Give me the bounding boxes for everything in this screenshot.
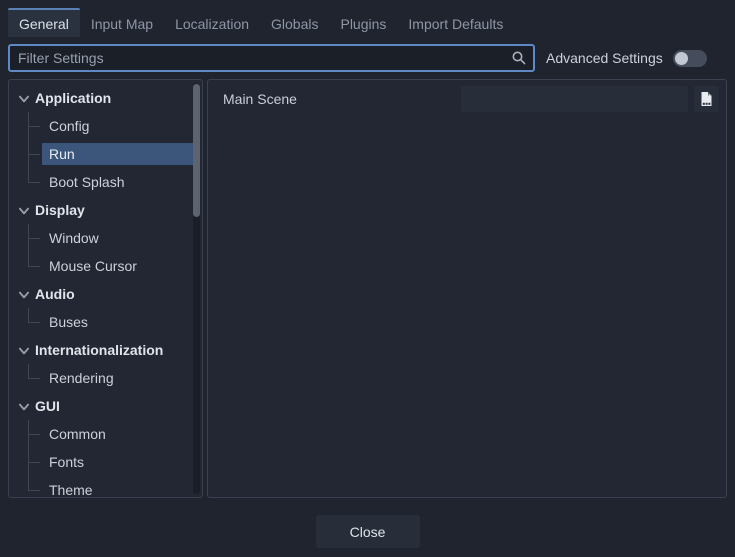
tree-connector-line	[28, 224, 40, 252]
tab-bar: General Input Map Localization Globals Plugi…	[8, 8, 727, 37]
tree-item-label: Config	[49, 118, 89, 134]
tree-category-label: Application	[35, 90, 111, 106]
dialog-footer: Close	[8, 498, 727, 557]
search-icon	[511, 50, 527, 66]
tree-scrollbar-thumb[interactable]	[193, 84, 200, 217]
tree-category-internationalization[interactable]: Internationalization	[9, 336, 202, 364]
tree-connector-line	[28, 168, 40, 196]
tree-connector-line	[28, 112, 40, 140]
settings-tree-panel: Application Config Run Boot Splash Display Wi…	[8, 79, 203, 498]
pick-main-scene-button[interactable]	[694, 86, 719, 112]
advanced-settings-label: Advanced Settings	[546, 50, 663, 66]
tab-label: Import Defaults	[408, 16, 503, 32]
property-row-main-scene: Main Scene	[208, 80, 726, 114]
tab-plugins[interactable]: Plugins	[329, 8, 397, 37]
tab-localization[interactable]: Localization	[164, 8, 260, 37]
chevron-down-icon[interactable]	[17, 92, 31, 106]
tree-item-config[interactable]: Config	[9, 112, 202, 140]
tree-item-label: Theme	[49, 482, 93, 498]
tree-item-buses[interactable]: Buses	[9, 308, 202, 336]
tab-general[interactable]: General	[8, 8, 80, 37]
load-file-icon	[699, 91, 714, 107]
tab-label: Localization	[175, 16, 249, 32]
tree-item-boot-splash[interactable]: Boot Splash	[9, 168, 202, 196]
tree-item-window[interactable]: Window	[9, 224, 202, 252]
tab-globals[interactable]: Globals	[260, 8, 329, 37]
tree-item-common[interactable]: Common	[9, 420, 202, 448]
tree-item-label: Rendering	[49, 370, 114, 386]
tree-connector-line	[28, 252, 40, 280]
tree-item-rendering[interactable]: Rendering	[9, 364, 202, 392]
tree-connector-line	[28, 308, 40, 336]
main-scene-input[interactable]	[461, 86, 688, 112]
tab-input-map[interactable]: Input Map	[80, 8, 164, 37]
tree-item-label: Buses	[49, 314, 88, 330]
tree-connector-line	[28, 140, 40, 168]
chevron-down-icon[interactable]	[17, 204, 31, 218]
tree-item-run[interactable]: Run	[9, 140, 202, 168]
tab-label: General	[19, 16, 69, 32]
tree-item-label: Boot Splash	[49, 174, 125, 190]
tree-category-label: Internationalization	[35, 342, 163, 358]
chevron-down-icon[interactable]	[17, 344, 31, 358]
tree-item-label: Mouse Cursor	[49, 258, 137, 274]
tab-label: Globals	[271, 16, 318, 32]
tree-connector-line	[28, 448, 40, 476]
tree-category-gui[interactable]: GUI	[9, 392, 202, 420]
chevron-down-icon[interactable]	[17, 288, 31, 302]
chevron-down-icon[interactable]	[17, 400, 31, 414]
close-button[interactable]: Close	[316, 515, 420, 548]
tree-item-label: Common	[49, 426, 106, 442]
tree-item-mouse-cursor[interactable]: Mouse Cursor	[9, 252, 202, 280]
tab-label: Plugins	[340, 16, 386, 32]
search-box	[8, 44, 535, 72]
tab-label: Input Map	[91, 16, 153, 32]
tree-item-label: Fonts	[49, 454, 84, 470]
filter-row: Advanced Settings	[8, 44, 727, 72]
tree-connector-line	[28, 364, 40, 392]
toggle-knob-icon	[675, 52, 688, 65]
advanced-settings-toggle[interactable]	[673, 50, 707, 67]
tree-category-application[interactable]: Application	[9, 84, 202, 112]
tab-import-defaults[interactable]: Import Defaults	[397, 8, 514, 37]
tree-category-display[interactable]: Display	[9, 196, 202, 224]
tree-item-label: Window	[49, 230, 99, 246]
tree-item-theme[interactable]: Theme	[9, 476, 202, 498]
tree-connector-line	[28, 420, 40, 448]
tree-item-label: Run	[49, 146, 75, 162]
filter-settings-input[interactable]	[8, 44, 535, 72]
settings-main-panel: Main Scene	[207, 79, 727, 498]
tree-category-label: Audio	[35, 286, 75, 302]
tree-category-label: Display	[35, 202, 85, 218]
project-settings-dialog: General Input Map Localization Globals Plugi…	[0, 0, 735, 557]
tree-scrollbar[interactable]	[193, 83, 200, 494]
tree-category-label: GUI	[35, 398, 60, 414]
settings-tree: Application Config Run Boot Splash Display Wi…	[9, 84, 202, 498]
content-area: Application Config Run Boot Splash Display Wi…	[8, 79, 727, 498]
tree-category-audio[interactable]: Audio	[9, 280, 202, 308]
tree-connector-line	[28, 476, 40, 498]
main-scene-label: Main Scene	[223, 91, 461, 107]
tree-item-fonts[interactable]: Fonts	[9, 448, 202, 476]
